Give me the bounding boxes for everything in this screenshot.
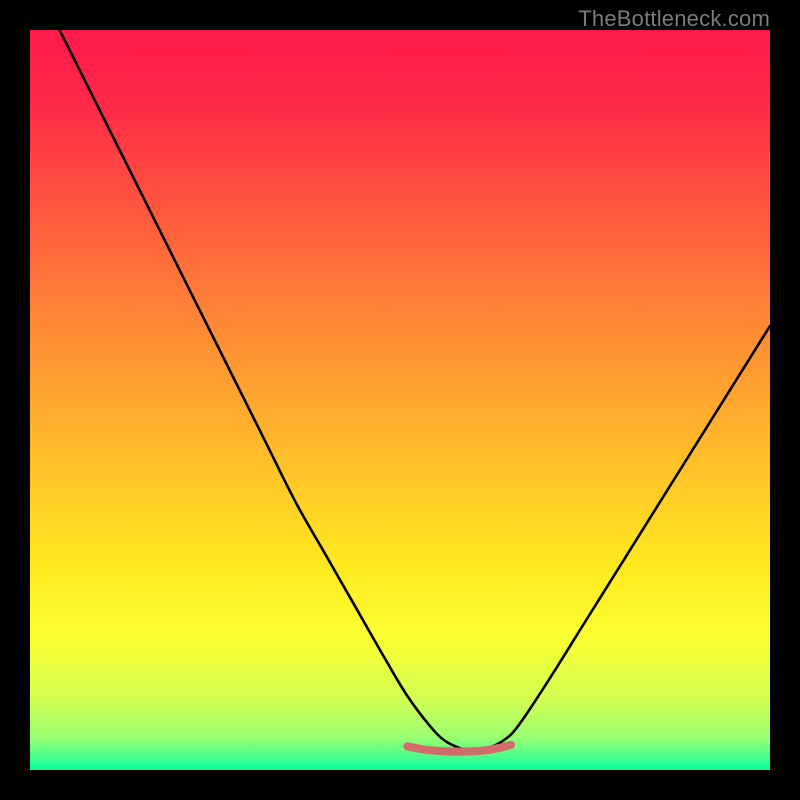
chart-curves (30, 30, 770, 770)
flat-highlight (407, 745, 511, 752)
chart-stage: TheBottleneck.com (0, 0, 800, 800)
watermark-text: TheBottleneck.com (578, 6, 770, 32)
bottleneck-curve (60, 30, 770, 752)
plot-area (30, 30, 770, 770)
